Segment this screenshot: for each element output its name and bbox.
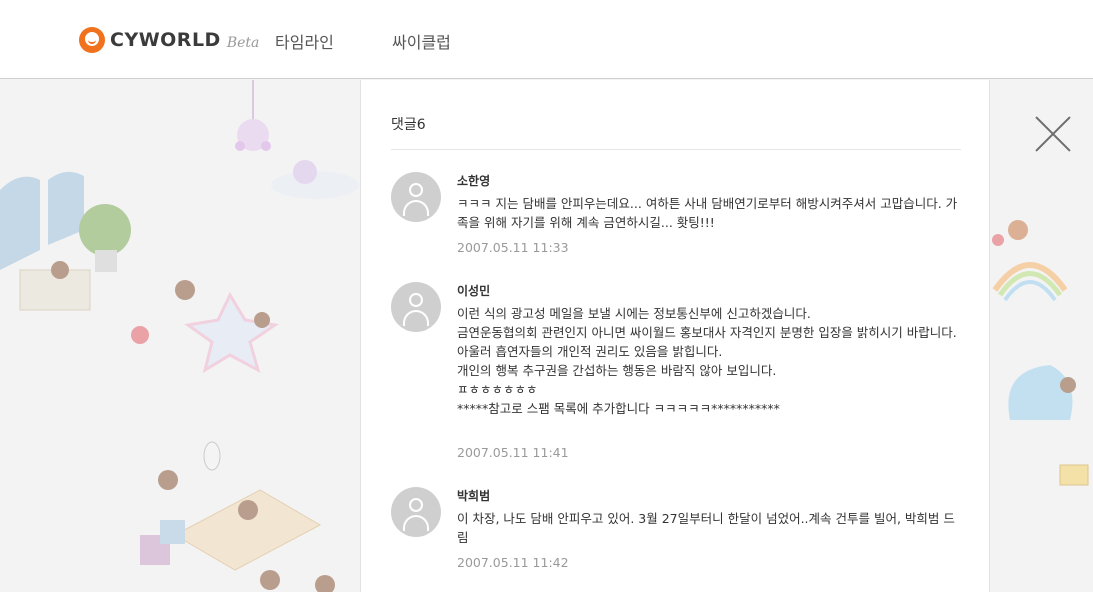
close-icon[interactable] — [1033, 114, 1073, 154]
user-icon — [409, 498, 423, 512]
miniroom-illustration — [0, 80, 359, 592]
cyworld-logo-icon — [79, 27, 105, 53]
logo-beta-label: Beta — [226, 35, 260, 51]
miniroom-illustration-right — [992, 220, 1089, 486]
comments-panel: 댓글6 소한영 ㅋㅋㅋ 지는 담배를 안피우는데요... 여하튼 사내 담배연기… — [360, 80, 990, 592]
comment-item: 소한영 ㅋㅋㅋ 지는 담배를 안피우는데요... 여하튼 사내 담배연기로부터 … — [391, 172, 961, 262]
cyworld-logo[interactable]: CYWORLD Beta — [79, 26, 259, 54]
comment-author[interactable]: 박희범 — [457, 487, 490, 504]
top-navigation-bar: CYWORLD Beta 타임라인 싸이클럽 — [0, 0, 1093, 79]
comment-author[interactable]: 이성민 — [457, 282, 490, 299]
comment-item: 이성민 이런 식의 광고성 메일을 보낼 시에는 정보통신부에 신고하겠습니다.… — [391, 282, 961, 467]
comment-text: 이런 식의 광고성 메일을 보낼 시에는 정보통신부에 신고하겠습니다. 금연운… — [457, 306, 957, 416]
comment-date: 2007.05.11 11:42 — [457, 555, 569, 570]
background-illustration-left — [0, 80, 360, 592]
logo-text: CYWORLD — [110, 29, 221, 51]
avatar[interactable] — [391, 487, 441, 537]
background-illustration-right — [990, 80, 1093, 592]
comment-author[interactable]: 소한영 — [457, 172, 490, 189]
comment-date: 2007.05.11 11:33 — [457, 240, 569, 255]
user-icon — [409, 183, 423, 197]
comment-text: ㅋㅋㅋ 지는 담배를 안피우는데요... 여하튼 사내 담배연기로부터 해방시켜… — [457, 196, 958, 230]
comment-count: 댓글6 — [391, 117, 426, 133]
comment-text: 이 차장, 나도 담배 안피우고 있어. 3월 27일부터니 한달이 넘었어..… — [457, 511, 955, 545]
avatar[interactable] — [391, 172, 441, 222]
divider — [391, 149, 961, 150]
user-icon — [409, 293, 423, 307]
comment-item: 박희범 이 차장, 나도 담배 안피우고 있어. 3월 27일부터니 한달이 넘… — [391, 487, 961, 587]
nav-timeline[interactable]: 타임라인 — [275, 29, 334, 53]
avatar[interactable] — [391, 282, 441, 332]
comment-date: 2007.05.11 11:41 — [457, 445, 569, 460]
nav-cyclub[interactable]: 싸이클럽 — [392, 29, 451, 53]
